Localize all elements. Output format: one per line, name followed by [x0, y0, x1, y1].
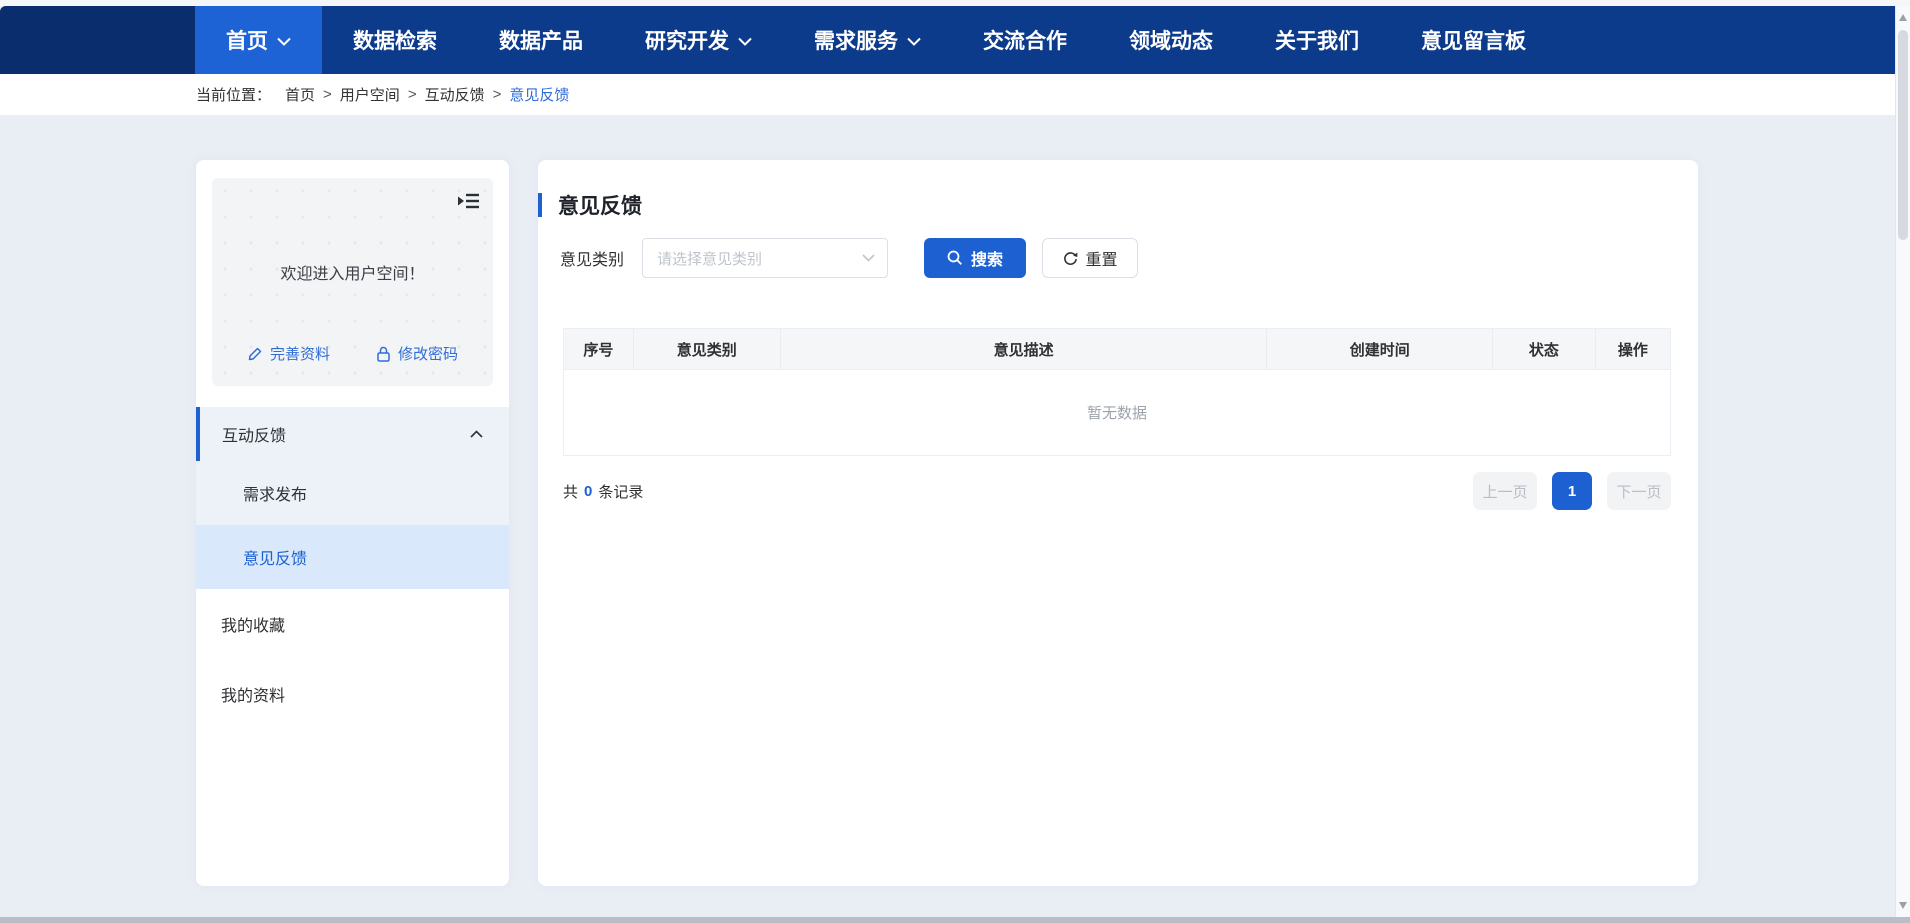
vertical-scrollbar[interactable] — [1895, 6, 1910, 917]
sidebar-item-my-profile[interactable]: 我的资料 — [196, 659, 509, 729]
page-title: 意见反馈 — [558, 190, 642, 220]
search-icon — [947, 250, 963, 266]
pagination: 上一页 1 下一页 — [1473, 472, 1671, 510]
sidebar-item-demand-publish[interactable]: 需求发布 — [196, 461, 509, 525]
nav-item-label: 关于我们 — [1275, 25, 1359, 55]
user-space-sidebar: 欢迎进入用户空间！ 完善资料 修改密码 互动反馈 需求发布 — [196, 160, 509, 886]
welcome-message: 欢迎进入用户空间！ — [212, 260, 493, 284]
scroll-up-icon[interactable] — [1899, 14, 1907, 21]
page-1-button[interactable]: 1 — [1552, 472, 1592, 510]
table-header-description: 意见描述 — [781, 329, 1268, 369]
reset-button[interactable]: 重置 — [1042, 238, 1138, 278]
nav-item-field-news[interactable]: 领域动态 — [1098, 6, 1244, 74]
sidebar-menu: 互动反馈 需求发布 意见反馈 我的收藏 我的资料 — [196, 407, 509, 729]
title-accent-bar — [538, 193, 542, 217]
nav-item-cooperation[interactable]: 交流合作 — [952, 6, 1098, 74]
menu-item-label: 意见反馈 — [243, 545, 307, 569]
chevron-down-icon — [277, 37, 291, 46]
menu-item-label: 我的收藏 — [221, 612, 285, 636]
table-header-created-time: 创建时间 — [1267, 329, 1493, 369]
filter-row: 意见类别 请选择意见类别 搜索 重置 — [560, 238, 1138, 278]
chevron-down-icon — [907, 37, 921, 46]
table-header-actions: 操作 — [1596, 329, 1670, 369]
sidebar-item-my-favorites[interactable]: 我的收藏 — [196, 589, 509, 659]
refresh-icon — [1063, 251, 1078, 266]
chevron-up-icon — [470, 430, 483, 438]
sidebar-item-interactive-feedback[interactable]: 互动反馈 — [196, 407, 509, 461]
menu-item-label: 我的资料 — [221, 682, 285, 706]
breadcrumb-item-current[interactable]: 意见反馈 — [509, 84, 569, 105]
chevron-down-icon — [738, 37, 752, 46]
breadcrumb-item-interactive-feedback[interactable]: 互动反馈 — [425, 84, 485, 105]
table-empty-state: 暂无数据 — [564, 370, 1670, 455]
top-navbar: 首页 数据检索 数据产品 研究开发 需求服务 交流合作 领域动态 关于我们 意见… — [0, 6, 1895, 74]
nav-item-home[interactable]: 首页 — [195, 6, 322, 74]
search-button[interactable]: 搜索 — [924, 238, 1026, 278]
summary-suffix: 条记录 — [598, 481, 643, 502]
nav-item-label: 意见留言板 — [1421, 25, 1526, 55]
select-placeholder: 请选择意见类别 — [657, 248, 762, 269]
search-button-label: 搜索 — [971, 246, 1003, 270]
navbar-left-section — [0, 6, 195, 74]
nav-item-research[interactable]: 研究开发 — [614, 6, 783, 74]
nav-item-label: 数据检索 — [353, 25, 437, 55]
nav-item-label: 需求服务 — [814, 25, 898, 55]
breadcrumb-separator: > — [493, 86, 502, 103]
scrollbar-thumb[interactable] — [1898, 30, 1908, 240]
breadcrumb-item-home[interactable]: 首页 — [285, 84, 315, 105]
collapse-menu-icon[interactable] — [457, 190, 481, 212]
nav-item-label: 数据产品 — [499, 25, 583, 55]
change-password-link[interactable]: 修改密码 — [376, 343, 458, 364]
table-header-index: 序号 — [564, 329, 634, 369]
complete-profile-link[interactable]: 完善资料 — [247, 343, 330, 364]
nav-item-data-search[interactable]: 数据检索 — [322, 6, 468, 74]
record-count: 0 — [584, 483, 592, 500]
record-count-summary: 共 0 条记录 — [563, 481, 643, 502]
nav-item-label: 领域动态 — [1129, 25, 1213, 55]
summary-prefix: 共 — [563, 481, 578, 502]
next-page-button[interactable]: 下一页 — [1607, 472, 1671, 510]
nav-item-about-us[interactable]: 关于我们 — [1244, 6, 1390, 74]
category-filter-label: 意见类别 — [560, 246, 624, 270]
table-header-row: 序号 意见类别 意见描述 创建时间 状态 操作 — [564, 329, 1670, 370]
breadcrumb-separator: > — [408, 86, 417, 103]
reset-button-label: 重置 — [1086, 246, 1118, 270]
nav-item-label: 首页 — [226, 25, 268, 55]
category-select[interactable]: 请选择意见类别 — [642, 238, 888, 278]
nav-item-data-products[interactable]: 数据产品 — [468, 6, 614, 74]
lock-icon — [376, 346, 391, 362]
scroll-down-icon[interactable] — [1899, 902, 1907, 909]
nav-item-demand-services[interactable]: 需求服务 — [783, 6, 952, 74]
link-label: 修改密码 — [398, 343, 458, 364]
nav-item-label: 交流合作 — [983, 25, 1067, 55]
window-bottom-edge — [0, 917, 1910, 923]
link-label: 完善资料 — [270, 343, 330, 364]
chevron-down-icon — [862, 254, 875, 262]
page-title-row: 意见反馈 — [538, 190, 642, 220]
menu-item-label: 互动反馈 — [222, 422, 286, 446]
table-header-status: 状态 — [1493, 329, 1596, 369]
welcome-panel: 欢迎进入用户空间！ 完善资料 修改密码 — [212, 178, 493, 386]
breadcrumb-item-user-space[interactable]: 用户空间 — [340, 84, 400, 105]
menu-item-label: 需求发布 — [243, 481, 307, 505]
feedback-content-card: 意见反馈 意见类别 请选择意见类别 搜索 重置 序号 意见类别 意见描述 — [538, 160, 1698, 886]
nav-item-message-board[interactable]: 意见留言板 — [1390, 6, 1557, 74]
table-header-category: 意见类别 — [634, 329, 781, 369]
table-footer-row: 共 0 条记录 上一页 1 下一页 — [563, 472, 1671, 510]
breadcrumb: 当前位置： 首页 > 用户空间 > 互动反馈 > 意见反馈 — [0, 74, 1895, 115]
breadcrumb-prefix: 当前位置： — [196, 84, 271, 105]
welcome-links: 完善资料 修改密码 — [212, 343, 493, 364]
main-navigation: 首页 数据检索 数据产品 研究开发 需求服务 交流合作 领域动态 关于我们 意见… — [195, 6, 1557, 74]
sidebar-item-feedback[interactable]: 意见反馈 — [196, 525, 509, 589]
edit-pencil-icon — [247, 346, 263, 362]
breadcrumb-separator: > — [323, 86, 332, 103]
prev-page-button[interactable]: 上一页 — [1473, 472, 1537, 510]
nav-item-label: 研究开发 — [645, 25, 729, 55]
feedback-table: 序号 意见类别 意见描述 创建时间 状态 操作 暂无数据 — [563, 328, 1671, 456]
